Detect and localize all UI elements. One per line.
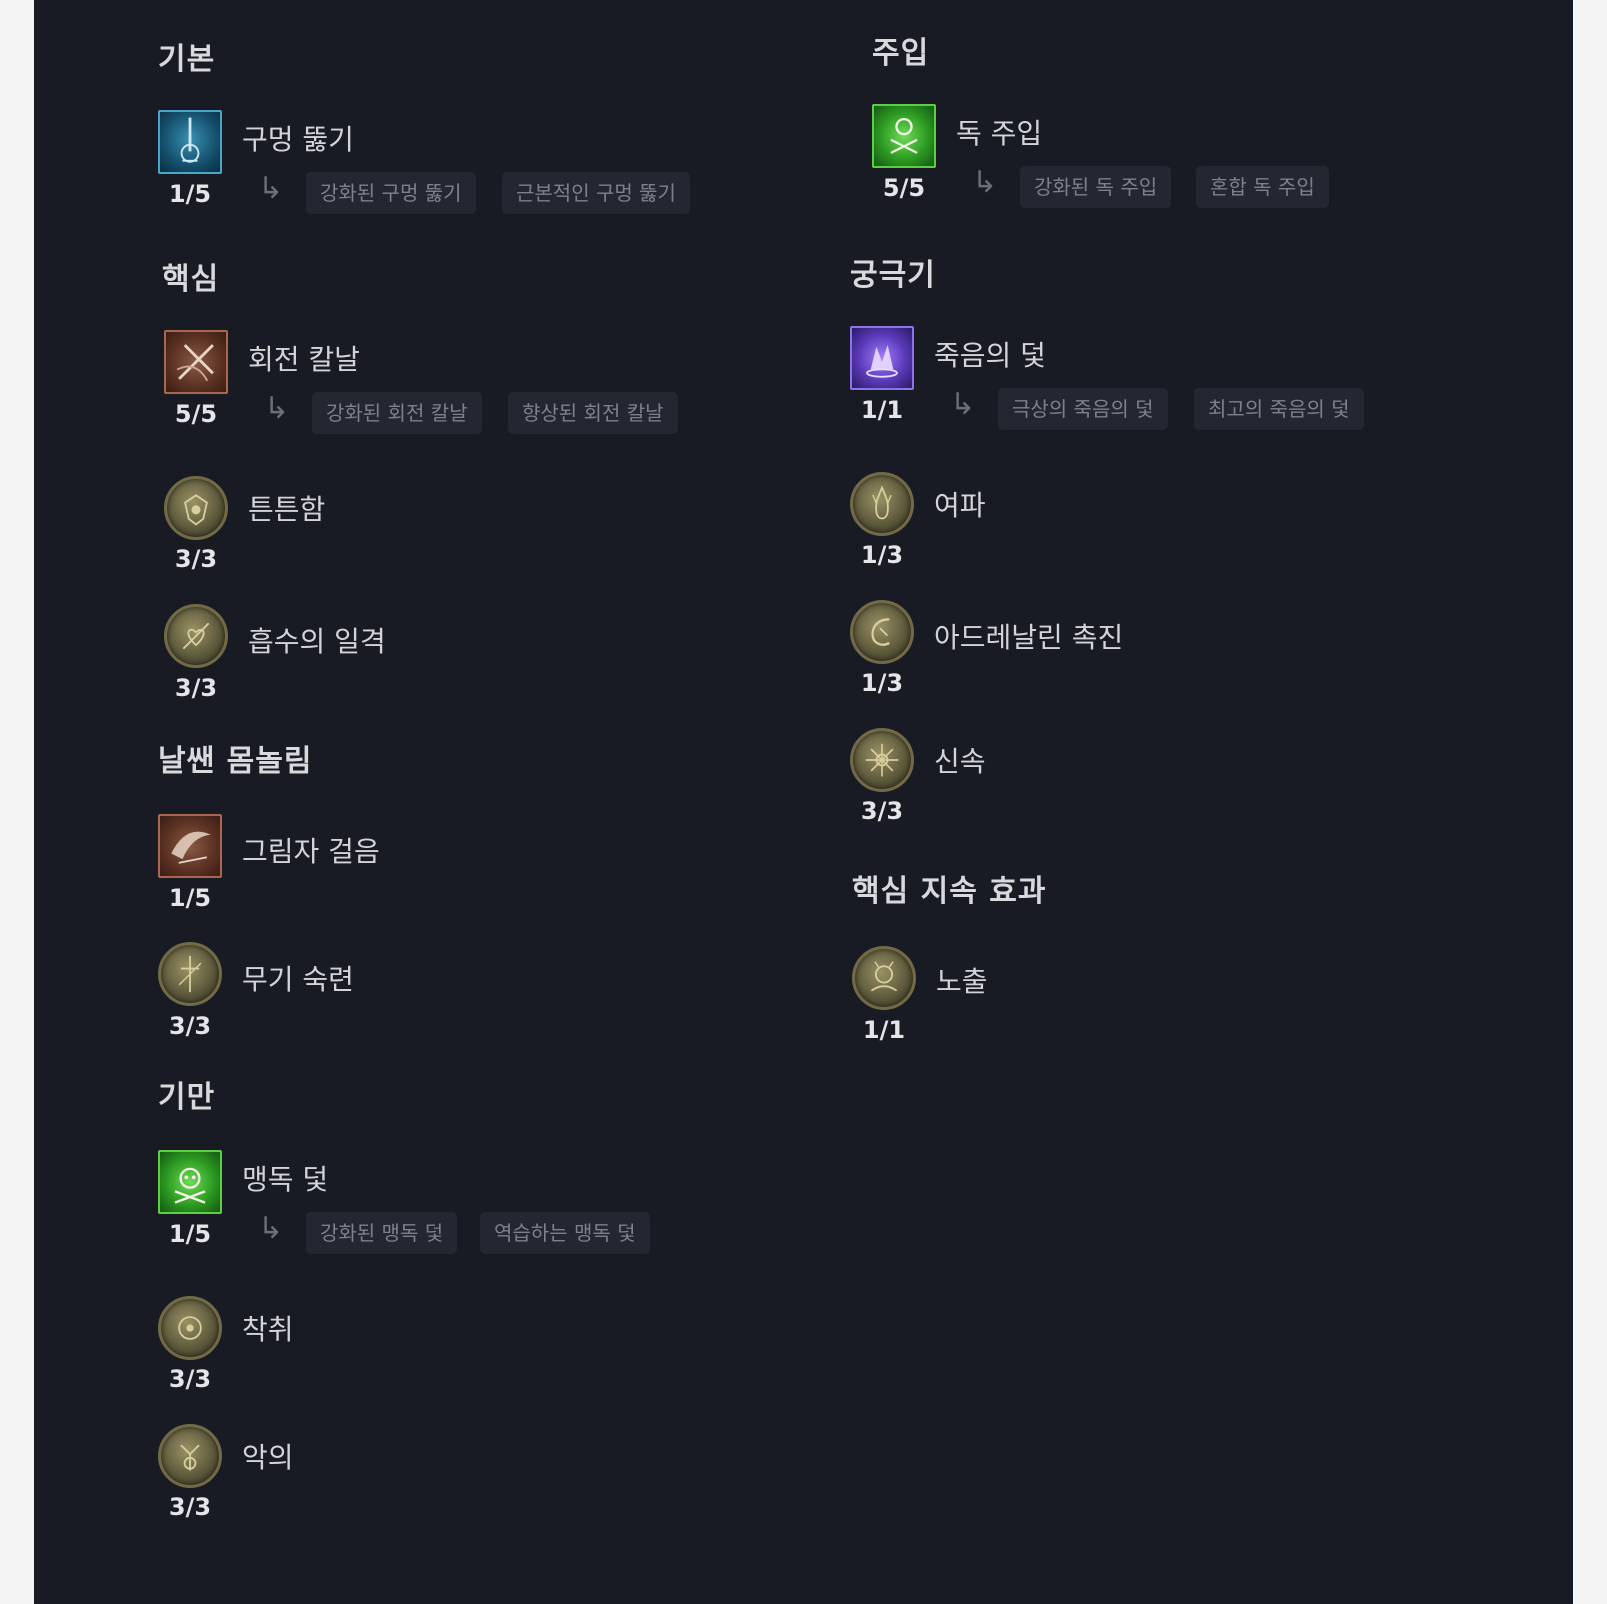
- upgrade-chip[interactable]: 역습하는 맹독 덫: [480, 1212, 650, 1254]
- skill-points: 3/3: [168, 1365, 212, 1393]
- upgrade-chip[interactable]: 강화된 구멍 뚫기: [306, 172, 476, 214]
- section-title-agility: 날쌘 몸놀림: [158, 744, 313, 779]
- upgrade-chip[interactable]: 강화된 독 주입: [1020, 166, 1172, 208]
- skill-name: 튼튼함: [248, 493, 326, 526]
- skill-name: 그림자 걸음: [242, 835, 380, 868]
- section-title-subterfuge: 기만: [158, 1080, 216, 1115]
- skill-name: 회전 칼날: [248, 343, 360, 376]
- upgrade-chip[interactable]: 극상의 죽음의 덫: [998, 388, 1168, 430]
- skill-tree-panel: 기본 구멍 뚫기 1/5 ↳ 강화된 구멍 뚫기 근본적인 구멍 뚫기 핵심 회…: [34, 0, 1573, 1604]
- upgrade-chip[interactable]: 향상된 회전 칼날: [508, 392, 678, 434]
- upgrade-arrow-icon: ↳: [258, 1211, 284, 1246]
- skill-points: 1/1: [860, 396, 904, 424]
- section-title-basic: 기본: [158, 42, 216, 77]
- skill-points: 3/3: [168, 1493, 212, 1521]
- upgrade-arrow-icon: ↳: [258, 171, 284, 206]
- skill-name: 구멍 뚫기: [242, 123, 354, 156]
- upgrade-chip[interactable]: 강화된 회전 칼날: [312, 392, 482, 434]
- skill-name: 신속: [934, 745, 986, 778]
- siphoning-strikes-icon[interactable]: [164, 604, 228, 668]
- sturdy-icon[interactable]: [164, 476, 228, 540]
- upgrade-chip[interactable]: 근본적인 구멍 뚫기: [502, 172, 690, 214]
- skill-points: 5/5: [174, 400, 218, 428]
- skill-name: 아드레날린 촉진: [934, 621, 1124, 654]
- upgrade-chip[interactable]: 혼합 독 주입: [1196, 166, 1329, 208]
- poison-trap-icon[interactable]: [158, 1150, 222, 1214]
- shadow-step-icon[interactable]: [158, 814, 222, 878]
- skill-name: 죽음의 덫: [934, 339, 1046, 372]
- skill-name: 착취: [242, 1313, 294, 1346]
- exploit-icon[interactable]: [158, 1296, 222, 1360]
- poison-imbuement-icon[interactable]: [872, 104, 936, 168]
- upgrade-arrow-icon: ↳: [950, 387, 976, 422]
- section-title-imbuement: 주입: [872, 36, 930, 71]
- upgrade-arrow-icon: ↳: [972, 165, 998, 200]
- upgrade-arrow-icon: ↳: [264, 391, 290, 426]
- exposure-icon[interactable]: [852, 946, 916, 1010]
- skill-points: 3/3: [860, 797, 904, 825]
- aftermath-icon[interactable]: [850, 472, 914, 536]
- skill-name: 노출: [936, 965, 988, 998]
- adrenaline-rush-icon[interactable]: [850, 600, 914, 664]
- upgrade-chip[interactable]: 강화된 맹독 덫: [306, 1212, 458, 1254]
- skill-points: 3/3: [168, 1012, 212, 1040]
- skill-points: 1/5: [168, 1220, 212, 1248]
- skill-points: 1/3: [860, 541, 904, 569]
- upgrade-chip[interactable]: 최고의 죽음의 덫: [1194, 388, 1364, 430]
- section-title-ultimate: 궁극기: [850, 258, 936, 293]
- skill-name: 흡수의 일격: [248, 625, 386, 658]
- death-trap-icon[interactable]: [850, 326, 914, 390]
- section-title-key-passive: 핵심 지속 효과: [852, 874, 1047, 909]
- skill-points: 1/5: [168, 884, 212, 912]
- skill-points: 3/3: [174, 545, 218, 573]
- skill-points: 1/1: [862, 1016, 906, 1044]
- twisting-blades-icon[interactable]: [164, 330, 228, 394]
- puncture-icon[interactable]: [158, 110, 222, 174]
- skill-name: 여파: [934, 489, 986, 522]
- skill-points: 1/5: [168, 180, 212, 208]
- weapon-mastery-icon[interactable]: [158, 942, 222, 1006]
- skill-name: 악의: [242, 1441, 294, 1474]
- skill-name: 맹독 덫: [242, 1163, 329, 1196]
- haste-icon[interactable]: [850, 728, 914, 792]
- skill-points: 5/5: [882, 174, 926, 202]
- skill-name: 무기 숙련: [242, 963, 354, 996]
- skill-points: 3/3: [174, 674, 218, 702]
- section-title-core: 핵심: [162, 262, 220, 297]
- skill-points: 1/3: [860, 669, 904, 697]
- malice-icon[interactable]: [158, 1424, 222, 1488]
- skill-name: 독 주입: [956, 117, 1043, 150]
